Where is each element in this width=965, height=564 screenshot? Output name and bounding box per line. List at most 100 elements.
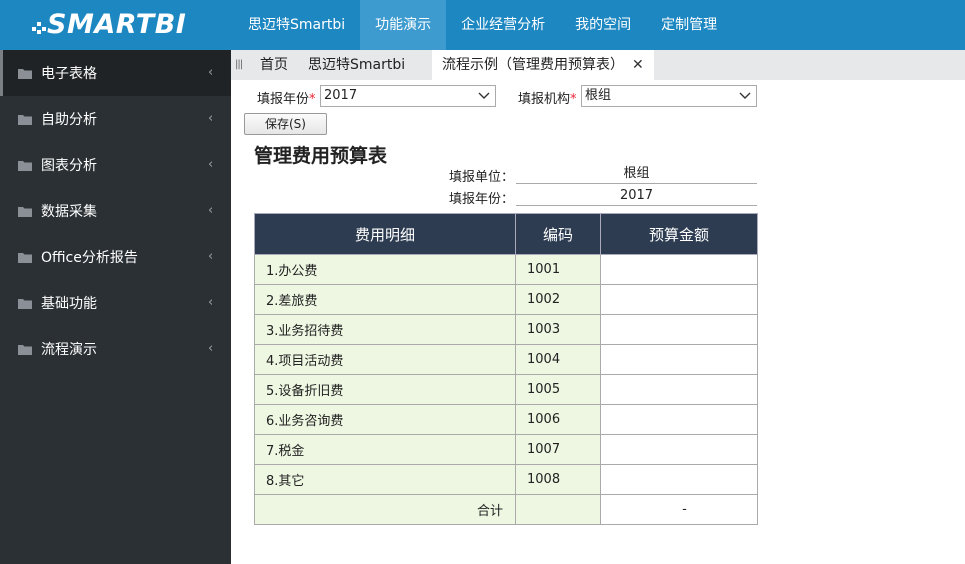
amount-input-cell[interactable]: [600, 434, 758, 465]
code-cell: 1005: [515, 374, 601, 405]
table-row: 5.设备折旧费 1005: [254, 374, 758, 405]
sidebar-item-workflow-demo[interactable]: 流程演示 ‹: [0, 326, 231, 372]
amount-input-cell[interactable]: [600, 284, 758, 315]
expense-item-cell: 8.其它: [254, 464, 516, 495]
code-cell: 1003: [515, 314, 601, 345]
amount-input-cell[interactable]: [600, 374, 758, 405]
org-field-label: 填报机构*: [518, 92, 577, 107]
total-code-cell: [515, 494, 601, 525]
report-year-label: 填报年份：: [449, 192, 515, 207]
top-bar: SMARTBI 思迈特Smartbi 功能演示 企业经营分析 我的空间 定制管理: [0, 0, 965, 50]
folder-icon: [18, 253, 32, 263]
code-cell: 1006: [515, 404, 601, 435]
chevron-left-icon: ‹: [208, 249, 214, 264]
sidebar-item-chart-analysis[interactable]: 图表分析 ‹: [0, 142, 231, 188]
tab-label: 流程示例（管理费用预算表）: [442, 57, 624, 73]
nav-item-smartbi[interactable]: 思迈特Smartbi: [233, 0, 360, 50]
column-header-expense-detail: 费用明细: [254, 213, 516, 255]
sidebar-item-spreadsheet[interactable]: 电子表格 ‹: [0, 50, 231, 96]
chevron-left-icon: ‹: [208, 65, 214, 80]
save-button[interactable]: 保存(S): [244, 113, 327, 135]
sidebar-item-label: 自助分析: [41, 112, 97, 128]
expense-item-cell: 4.项目活动费: [254, 344, 516, 375]
tab-home[interactable]: 首页: [260, 50, 288, 80]
folder-icon: [18, 69, 32, 79]
main-nav: 思迈特Smartbi 功能演示 企业经营分析 我的空间 定制管理: [233, 0, 732, 50]
org-select[interactable]: 根组: [581, 85, 757, 107]
sidebar-item-self-analysis[interactable]: 自助分析 ‹: [0, 96, 231, 142]
org-select-value: 根组: [585, 88, 612, 103]
chevron-left-icon: ‹: [208, 203, 214, 218]
expense-item-cell: 3.业务招待费: [254, 314, 516, 345]
sidebar-item-label: 图表分析: [41, 158, 97, 174]
sidebar-item-basic-functions[interactable]: 基础功能 ‹: [0, 280, 231, 326]
logo[interactable]: SMARTBI: [32, 6, 186, 42]
table-row: 4.项目活动费 1004: [254, 344, 758, 375]
unit-label: 填报单位：: [449, 170, 515, 185]
expense-item-cell: 1.办公费: [254, 254, 516, 285]
year-select[interactable]: 2017: [320, 85, 496, 107]
logo-text: SMARTBI: [47, 8, 187, 40]
folder-icon: [18, 161, 32, 171]
chevron-left-icon: ‹: [208, 341, 214, 356]
table-header-row: 费用明细 编码 预算金额: [254, 213, 758, 255]
code-cell: 1001: [515, 254, 601, 285]
sidebar-item-office-report[interactable]: Office分析报告 ‹: [0, 234, 231, 280]
sidebar: 电子表格 ‹ 自助分析 ‹ 图表分析 ‹ 数据采集 ‹ Office分析报告 ‹…: [0, 50, 231, 564]
chevron-left-icon: ‹: [208, 295, 214, 310]
table-row: 1.办公费 1001: [254, 254, 758, 285]
column-header-code: 编码: [515, 213, 601, 255]
expense-item-cell: 6.业务咨询费: [254, 404, 516, 435]
folder-icon: [18, 115, 32, 125]
chevron-left-icon: ‹: [208, 111, 214, 126]
nav-item-my-space[interactable]: 我的空间: [560, 0, 646, 50]
sidebar-item-label: 基础功能: [41, 296, 97, 312]
folder-icon: [18, 345, 32, 355]
chevron-left-icon: ‹: [208, 157, 214, 172]
table-row: 3.业务招待费 1003: [254, 314, 758, 345]
report-year-value: 2017: [516, 187, 757, 206]
code-cell: 1007: [515, 434, 601, 465]
report-title: 管理费用预算表: [254, 145, 388, 167]
table-row: 2.差旅费 1002: [254, 284, 758, 315]
budget-table: 费用明细 编码 预算金额 1.办公费 1001 2.差旅费 1002 3.业务招…: [254, 213, 758, 525]
close-icon[interactable]: ✕: [632, 50, 644, 80]
logo-mark-icon: [32, 14, 46, 34]
table-row: 7.税金 1007: [254, 434, 758, 465]
expense-item-cell: 5.设备折旧费: [254, 374, 516, 405]
tab-handle-icon[interactable]: |||: [235, 59, 243, 70]
table-row: 8.其它 1008: [254, 464, 758, 495]
folder-icon: [18, 299, 32, 309]
sidebar-item-label: Office分析报告: [41, 250, 138, 266]
year-field-label: 填报年份*: [257, 92, 316, 107]
total-row: 合计 -: [254, 494, 758, 525]
code-cell: 1004: [515, 344, 601, 375]
column-header-budget-amount: 预算金额: [600, 213, 758, 255]
sidebar-item-label: 数据采集: [41, 204, 97, 220]
sidebar-item-data-collection[interactable]: 数据采集 ‹: [0, 188, 231, 234]
amount-input-cell[interactable]: [600, 404, 758, 435]
tab-smartbi[interactable]: 思迈特Smartbi: [308, 50, 405, 80]
amount-input-cell[interactable]: [600, 464, 758, 495]
code-cell: 1002: [515, 284, 601, 315]
amount-input-cell[interactable]: [600, 254, 758, 285]
sidebar-item-label: 电子表格: [41, 66, 97, 82]
nav-item-business-analysis[interactable]: 企业经营分析: [446, 0, 560, 50]
nav-item-custom-management[interactable]: 定制管理: [646, 0, 732, 50]
total-value-cell: -: [600, 494, 758, 525]
tab-workflow-example[interactable]: 流程示例（管理费用预算表） ✕: [432, 50, 654, 80]
amount-input-cell[interactable]: [600, 344, 758, 375]
table-row: 6.业务咨询费 1006: [254, 404, 758, 435]
nav-item-feature-demo[interactable]: 功能演示: [360, 0, 447, 50]
code-cell: 1008: [515, 464, 601, 495]
tab-bar: ||| 首页 思迈特Smartbi 流程示例（管理费用预算表） ✕: [231, 50, 965, 80]
unit-value: 根组: [516, 165, 757, 184]
amount-input-cell[interactable]: [600, 314, 758, 345]
chevron-down-icon: [739, 92, 751, 99]
total-label-cell: 合计: [254, 494, 516, 525]
sidebar-item-label: 流程演示: [41, 342, 97, 358]
folder-icon: [18, 207, 32, 217]
year-select-value: 2017: [324, 88, 358, 103]
chevron-down-icon: [478, 92, 490, 99]
expense-item-cell: 2.差旅费: [254, 284, 516, 315]
